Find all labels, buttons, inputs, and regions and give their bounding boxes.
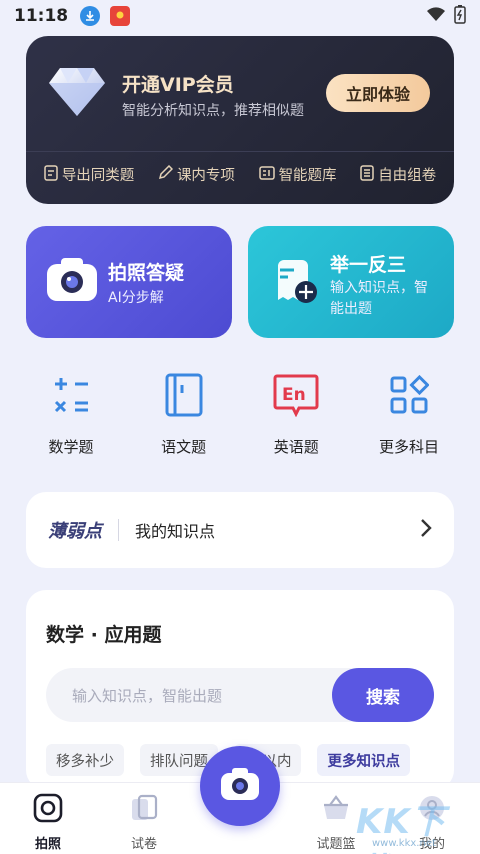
battery-icon <box>454 4 466 28</box>
subject-grid: 数学题 语文题 En 英语题 更多科目 <box>26 372 454 457</box>
tab-photo[interactable]: 拍照 <box>12 793 84 852</box>
smart-question-bank-link[interactable]: 智能题库 <box>258 164 337 185</box>
watermark-url: www.kkx.net <box>372 838 436 849</box>
document-icon <box>44 164 58 185</box>
weak-points-logo: 薄弱点 <box>48 521 102 542</box>
tab-label: 试卷 <box>130 837 157 852</box>
camera-tab-icon <box>33 793 63 827</box>
camera-capture-button[interactable] <box>200 746 280 826</box>
vip-link-label: 课内专项 <box>176 168 235 184</box>
divider <box>118 519 119 541</box>
export-similar-link[interactable]: 导出同类题 <box>44 164 135 185</box>
try-now-button[interactable]: 立即体验 <box>326 74 430 112</box>
knowledge-search-input[interactable]: 输入知识点，智能出题 搜索 <box>46 668 434 722</box>
status-bar: 11:18 <box>0 0 480 32</box>
search-placeholder: 输入知识点，智能出题 <box>72 687 223 705</box>
english-en-icon: En <box>273 372 319 418</box>
vip-link-label: 导出同类题 <box>61 168 135 184</box>
vip-title: 开通VIP会员 <box>122 74 234 96</box>
generate-title: 举一反三 <box>330 254 407 276</box>
book-icon <box>161 372 207 418</box>
subject-more[interactable]: 更多科目 <box>364 372 454 457</box>
svg-text:En: En <box>282 385 306 405</box>
wifi-icon <box>426 6 446 26</box>
more-knowledge-chip[interactable]: 更多知识点 <box>317 744 410 776</box>
status-time: 11:18 <box>14 6 69 26</box>
vip-link-label: 自由组卷 <box>378 168 437 184</box>
camera-icon <box>220 767 260 805</box>
my-knowledge-points-label: 我的知识点 <box>135 522 216 541</box>
in-class-topic-link[interactable]: 课内专项 <box>158 164 235 185</box>
tab-label: 拍照 <box>34 837 61 852</box>
subject-label: 语文题 <box>161 438 207 456</box>
generate-subtitle: 输入知识点，智 能出题 <box>330 278 428 320</box>
chevron-right-icon <box>420 518 432 542</box>
subject-label: 更多科目 <box>378 438 439 456</box>
subject-english[interactable]: En 英语题 <box>251 372 341 457</box>
subject-math[interactable]: 数学题 <box>26 372 116 457</box>
diamond-icon <box>48 66 106 122</box>
photo-answer-card[interactable]: 拍照答疑 AI分步解 <box>26 226 232 338</box>
photo-answer-subtitle: AI分步解 <box>108 290 164 306</box>
download-notification-icon <box>80 6 101 26</box>
tab-label: 试题篮 <box>316 837 356 852</box>
subject-label: 数学题 <box>48 438 94 456</box>
paper-icon <box>360 164 374 185</box>
vip-link-label: 智能题库 <box>278 168 337 184</box>
vip-divider <box>26 151 454 152</box>
tab-papers[interactable]: 试卷 <box>108 793 180 852</box>
basket-icon <box>321 793 351 827</box>
generate-subtitle-line2: 能出题 <box>330 301 372 317</box>
paper-sparkle-icon <box>270 256 318 310</box>
search-button[interactable]: 搜索 <box>332 668 434 722</box>
free-paper-link[interactable]: 自由组卷 <box>360 164 436 185</box>
generate-subtitle-line1: 输入知识点，智 <box>330 280 428 296</box>
photo-answer-title: 拍照答疑 <box>108 262 185 284</box>
section-title: 数学 · 应用题 <box>46 624 162 646</box>
question-bank-icon <box>258 165 275 184</box>
subject-label: 英语题 <box>273 438 319 456</box>
camera-icon <box>46 256 98 306</box>
vip-banner[interactable]: 开通VIP会员 智能分析知识点，推荐相似题 立即体验 导出同类题 课内专项 智能… <box>26 36 454 204</box>
generate-questions-card[interactable]: 举一反三 输入知识点，智 能出题 <box>248 226 454 338</box>
knowledge-chip[interactable]: 移多补少 <box>46 744 124 776</box>
app-notification-icon <box>110 6 131 26</box>
papers-tab-icon <box>129 793 159 827</box>
vip-subtitle: 智能分析知识点，推荐相似题 <box>122 103 304 119</box>
subject-chinese[interactable]: 语文题 <box>139 372 229 457</box>
weak-points-card[interactable]: 薄弱点 我的知识点 <box>26 492 454 568</box>
math-symbols-icon <box>48 372 94 418</box>
pencil-icon <box>158 164 173 184</box>
more-subjects-grid-icon <box>386 372 432 418</box>
